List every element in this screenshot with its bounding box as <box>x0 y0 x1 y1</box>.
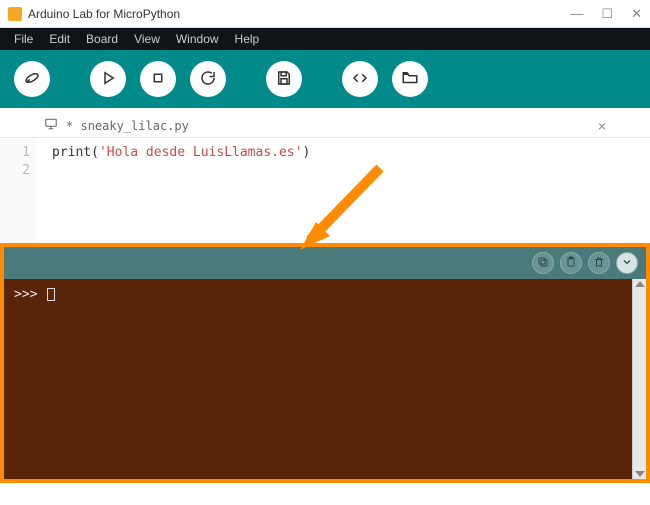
repl-cursor <box>47 288 55 301</box>
repl-paste-button[interactable] <box>560 252 582 274</box>
repl-panel: >>> <box>0 243 650 483</box>
chevron-down-icon <box>621 256 633 271</box>
monitor-icon <box>44 117 58 134</box>
copy-icon <box>537 256 549 271</box>
code-paren: ( <box>91 145 99 160</box>
repl-clear-button[interactable] <box>588 252 610 274</box>
menu-board[interactable]: Board <box>78 32 126 46</box>
connect-button[interactable] <box>14 61 50 97</box>
window-minimize-button[interactable]: — <box>570 6 583 22</box>
window-titlebar: Arduino Lab for MicroPython — ☐ ✕ <box>0 0 650 28</box>
refresh-icon <box>199 69 217 90</box>
tab-bar: * sneaky_lilac.py × <box>0 108 650 138</box>
line-number: 1 <box>0 144 30 162</box>
repl-header <box>4 247 646 279</box>
stop-icon <box>149 69 167 90</box>
scroll-down-icon <box>635 471 645 477</box>
tab-label[interactable]: * sneaky_lilac.py <box>66 119 598 133</box>
toolbar <box>0 50 650 108</box>
paste-icon <box>565 256 577 271</box>
code-paren: ) <box>302 145 310 160</box>
window-maximize-button[interactable]: ☐ <box>601 6 613 22</box>
folder-icon <box>401 69 419 90</box>
window-close-button[interactable]: ✕ <box>631 6 642 22</box>
code-content[interactable]: print('Hola desde LuisLlamas.es') <box>36 138 318 243</box>
plug-icon <box>23 69 41 90</box>
repl-prompt: >>> <box>14 287 37 302</box>
open-button[interactable] <box>392 61 428 97</box>
save-icon <box>275 69 293 90</box>
reset-button[interactable] <box>190 61 226 97</box>
repl-collapse-button[interactable] <box>616 252 638 274</box>
code-button[interactable] <box>342 61 378 97</box>
menu-window[interactable]: Window <box>168 32 227 46</box>
line-number: 2 <box>0 162 30 180</box>
save-button[interactable] <box>266 61 302 97</box>
code-icon <box>351 69 369 90</box>
stop-button[interactable] <box>140 61 176 97</box>
trash-icon <box>593 256 605 271</box>
code-function: print <box>52 145 91 160</box>
tab-modified-marker: * <box>66 119 73 133</box>
code-string: 'Hola desde LuisLlamas.es' <box>99 145 303 160</box>
menubar: File Edit Board View Window Help <box>0 28 650 50</box>
footer <box>0 483 650 501</box>
app-icon <box>8 7 22 21</box>
scroll-up-icon <box>635 281 645 287</box>
repl-terminal[interactable]: >>> <box>4 279 646 479</box>
menu-view[interactable]: View <box>126 32 168 46</box>
menu-file[interactable]: File <box>6 32 41 46</box>
tab-filename: sneaky_lilac.py <box>80 119 188 133</box>
window-controls: — ☐ ✕ <box>570 6 642 22</box>
menu-help[interactable]: Help <box>227 32 268 46</box>
tab-close-button[interactable]: × <box>598 118 606 134</box>
repl-copy-button[interactable] <box>532 252 554 274</box>
line-gutter: 1 2 <box>0 138 36 243</box>
play-icon <box>99 69 117 90</box>
window-title: Arduino Lab for MicroPython <box>28 7 570 21</box>
run-button[interactable] <box>90 61 126 97</box>
repl-scrollbar[interactable] <box>632 279 646 479</box>
menu-edit[interactable]: Edit <box>41 32 78 46</box>
code-editor[interactable]: 1 2 print('Hola desde LuisLlamas.es') <box>0 138 650 243</box>
